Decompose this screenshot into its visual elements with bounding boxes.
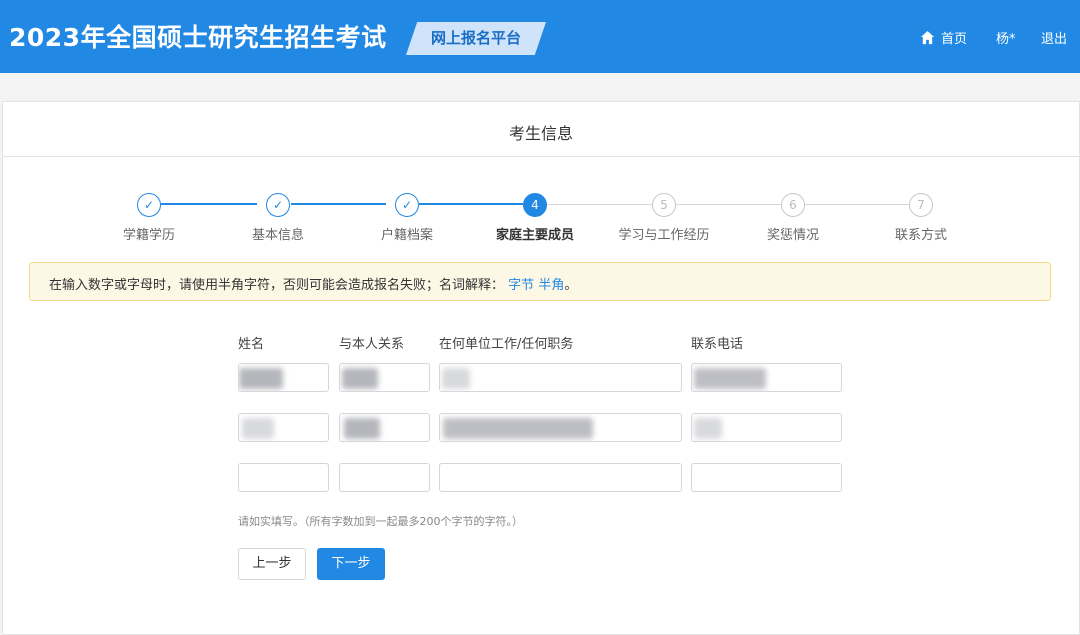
top-header-bar: 2023年全国硕士研究生招生考试 网上报名平台 首页 杨* 退出 [0,0,1080,73]
redacted-value [694,368,766,389]
step-label: 学籍学历 [122,228,175,243]
column-header-relation: 与本人关系 [339,337,405,352]
relation-field[interactable] [339,413,430,442]
column-header-phone: 联系电话 [691,337,744,352]
relation-field[interactable] [339,463,430,492]
step-number: 4 [523,193,547,217]
home-label: 首页 [941,32,968,47]
home-link[interactable]: 首页 [920,28,967,47]
step-1[interactable]: ✓ 学籍学历 [89,193,209,243]
step-label: 学习与工作经历 [618,228,710,243]
logout-link[interactable]: 退出 [1041,28,1067,47]
step-6[interactable]: 6 奖惩情况 [733,193,853,243]
name-field[interactable] [238,413,329,442]
step-label: 基本信息 [251,228,304,243]
app-title: 2023年全国硕士研究生招生考试 [9,23,387,52]
check-icon: ✓ [137,193,161,217]
form-hint: 请如实填写。（所有字数加到一起最多200个字节的字符。） [238,515,523,528]
prev-step-button[interactable]: 上一步 [238,548,306,580]
phone-field[interactable] [691,413,842,442]
byte-link[interactable]: 字节 [508,278,534,293]
step-3[interactable]: ✓ 户籍档案 [347,193,467,243]
notice-end: 。 [564,278,578,293]
notice-message: 在输入数字或字母时，请使用半角字符，否则可能会造成报名失败；名词解释： [49,278,505,293]
step-label: 家庭主要成员 [495,228,574,243]
column-header-name: 姓名 [238,337,265,352]
notice-text: 在输入数字或字母时，请使用半角字符，否则可能会造成报名失败；名词解释： 字节 半… [49,274,577,293]
halfwidth-link[interactable]: 半角 [538,278,564,293]
home-icon [920,30,935,45]
check-icon: ✓ [395,193,419,217]
work-field[interactable] [439,463,682,492]
check-icon: ✓ [266,193,290,217]
redacted-value [694,418,722,439]
step-5[interactable]: 5 学习与工作经历 [604,193,724,243]
card-header: 考生信息 [3,102,1079,157]
step-7[interactable]: 7 联系方式 [861,193,981,243]
platform-label: 网上报名平台 [430,29,521,47]
redacted-value [342,368,378,389]
step-label: 户籍档案 [380,228,433,243]
phone-field[interactable] [691,463,842,492]
platform-tag: 网上报名平台 [406,22,546,55]
step-number: 7 [909,193,933,217]
column-header-work: 在何单位工作/任何职务 [439,337,574,352]
notice-banner: 在输入数字或字母时，请使用半角字符，否则可能会造成报名失败；名词解释： 字节 半… [29,262,1051,301]
relation-field[interactable] [339,363,430,392]
step-2[interactable]: ✓ 基本信息 [218,193,338,243]
step-4[interactable]: 4 家庭主要成员 [475,193,595,243]
name-field[interactable] [238,463,329,492]
redacted-value [344,418,380,439]
step-label: 联系方式 [894,228,947,243]
step-label: 奖惩情况 [766,228,819,243]
user-name[interactable]: 杨* [996,28,1016,47]
redacted-value [442,368,470,389]
work-field[interactable] [439,413,682,442]
name-field[interactable] [238,363,329,392]
phone-field[interactable] [691,363,842,392]
redacted-value [443,418,593,439]
page-title: 考生信息 [508,124,573,143]
work-field[interactable] [439,363,682,392]
step-number: 6 [781,193,805,217]
next-step-button[interactable]: 下一步 [317,548,385,580]
step-number: 5 [652,193,676,217]
redacted-value [242,418,274,439]
redacted-value [239,368,283,389]
